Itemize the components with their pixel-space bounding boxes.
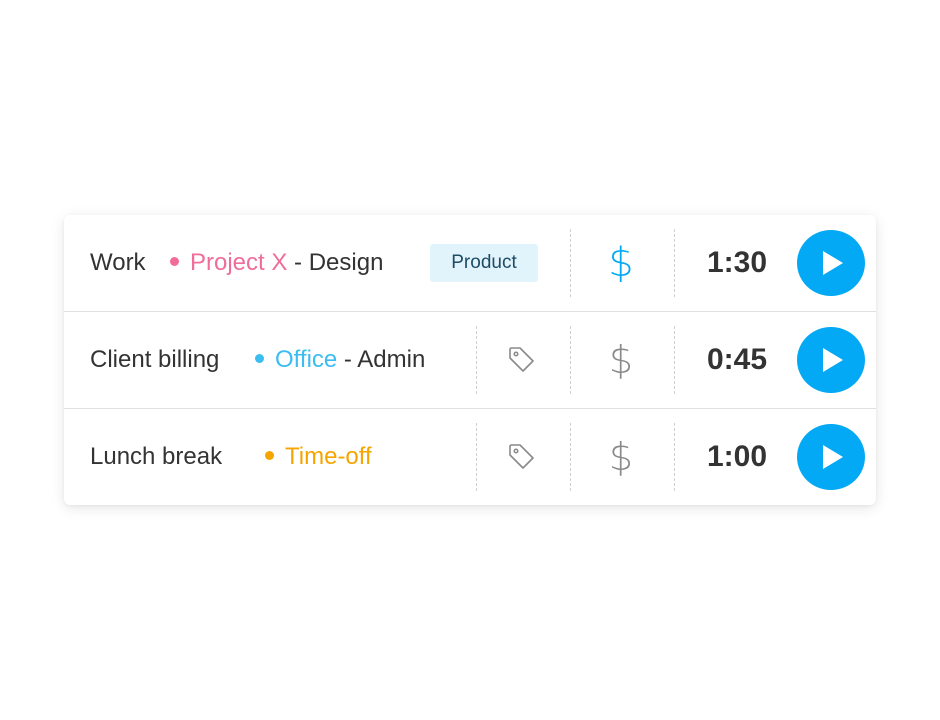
entry-project[interactable]: Office - Admin (255, 312, 425, 408)
column-divider (476, 423, 477, 491)
column-divider (570, 229, 571, 297)
tag-badge[interactable]: Product (430, 244, 538, 282)
entry-duration[interactable]: 1:30 (690, 215, 784, 311)
time-entry-row: Lunch break Time-off $ 1:00 (64, 409, 876, 505)
entry-description[interactable]: Client billing (90, 312, 219, 408)
play-button[interactable] (797, 230, 865, 296)
tag-icon[interactable] (507, 345, 537, 375)
time-entry-row: Client billing Office - Admin $ 0:45 (64, 312, 876, 408)
project-name: Time-off (285, 443, 372, 470)
column-divider (476, 326, 477, 394)
project-color-dot (170, 257, 179, 267)
entry-project[interactable]: Project X - Design (170, 215, 383, 311)
play-icon (823, 445, 843, 469)
time-entries-card: Work Project X - Design Product $ 1:30 C… (64, 215, 876, 505)
task-name: - Admin (343, 346, 426, 373)
column-divider (674, 423, 675, 491)
column-divider (570, 423, 571, 491)
entry-description[interactable]: Lunch break (90, 409, 222, 505)
play-icon (823, 251, 843, 275)
dollar-icon[interactable]: $ (594, 312, 648, 408)
column-divider (570, 326, 571, 394)
dollar-icon[interactable]: $ (594, 409, 648, 505)
column-divider (674, 326, 675, 394)
entry-duration[interactable]: 0:45 (690, 312, 784, 408)
play-button[interactable] (797, 327, 865, 393)
entry-description[interactable]: Work (90, 215, 146, 311)
project-color-dot (265, 451, 274, 461)
entry-project[interactable]: Time-off (265, 409, 372, 505)
dollar-icon[interactable]: $ (594, 215, 648, 311)
play-button[interactable] (797, 424, 865, 490)
play-icon (823, 348, 843, 372)
task-name: - Design (294, 249, 384, 276)
project-name: Office (275, 346, 338, 373)
tag-icon[interactable] (507, 442, 537, 472)
project-color-dot (255, 354, 264, 364)
project-name: Project X (190, 249, 288, 276)
time-entry-row: Work Project X - Design Product $ 1:30 (64, 215, 876, 311)
entry-duration[interactable]: 1:00 (690, 409, 784, 505)
column-divider (674, 229, 675, 297)
